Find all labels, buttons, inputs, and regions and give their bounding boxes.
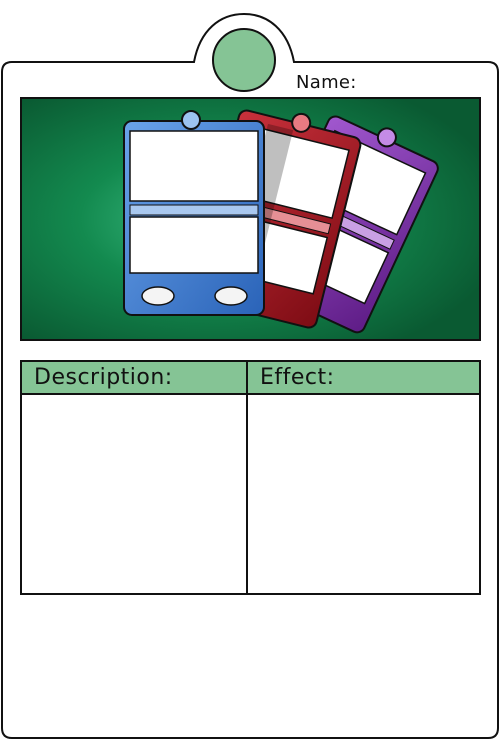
blue-card-gem-left-icon <box>141 286 175 306</box>
effect-column: Effect: <box>248 362 479 593</box>
effect-header: Effect: <box>248 362 479 395</box>
description-body[interactable] <box>22 395 246 593</box>
description-column: Description: <box>22 362 248 593</box>
description-header: Description: <box>22 362 246 395</box>
name-label: Name: <box>296 72 357 93</box>
effect-body[interactable] <box>248 395 479 593</box>
blue-card-gem-right-icon <box>214 286 248 306</box>
emblem-icon <box>212 28 276 92</box>
card-illustration <box>20 97 481 341</box>
info-table: Description: Effect: <box>20 360 481 595</box>
blue-card-icon <box>123 110 265 316</box>
